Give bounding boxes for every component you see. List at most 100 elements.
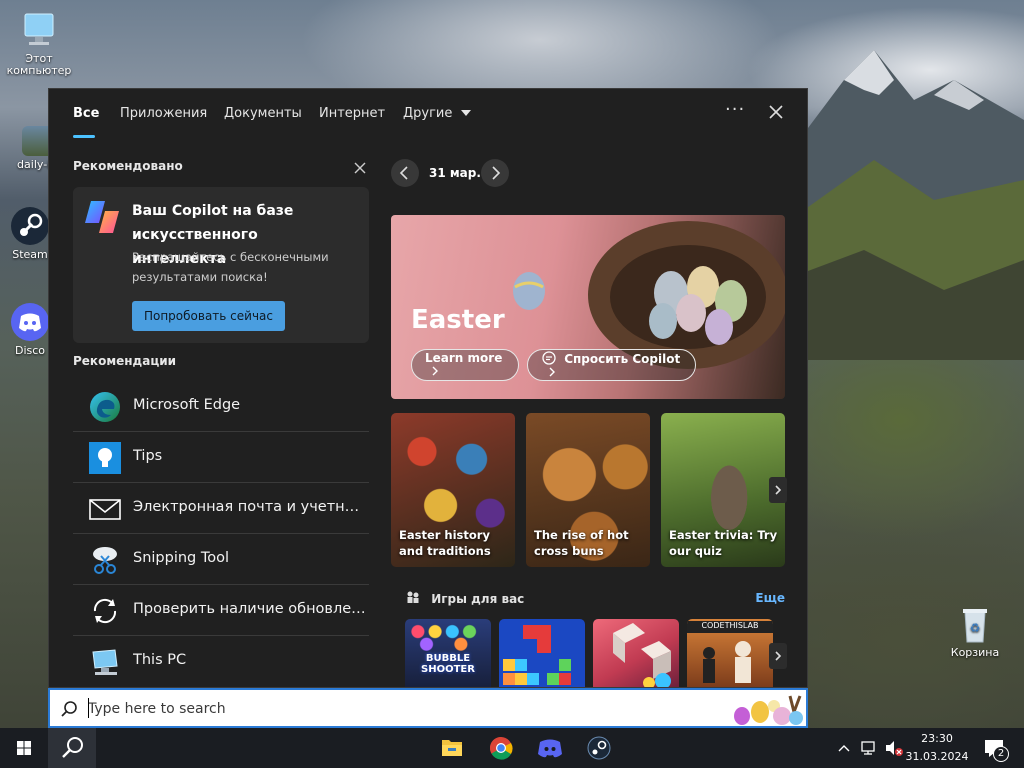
chrome-icon — [490, 737, 513, 760]
chess-piece-icon — [703, 641, 751, 683]
decorative-egg-icon — [513, 272, 545, 310]
app-name: Snipping Tool — [133, 550, 230, 566]
active-tab-indicator — [73, 135, 95, 138]
search-panel: Все Приложения Документы Интернет Другие… — [48, 88, 808, 688]
ask-copilot-label: Спросить Copilot — [564, 351, 681, 366]
games-more-link[interactable]: Еще — [755, 591, 785, 605]
this-pc-icon — [92, 649, 118, 675]
news-card-hot-cross-buns[interactable]: The rise of hot cross buns — [526, 413, 650, 567]
desktop-icon-label: Steam — [12, 248, 48, 261]
recommendations-title: Рекомендации — [73, 354, 177, 368]
network-icon[interactable] — [860, 739, 878, 757]
game-block-puzzle[interactable] — [499, 619, 585, 687]
steam-icon — [10, 206, 50, 246]
snipping-tool-icon — [93, 547, 117, 574]
ask-copilot-button[interactable]: Спросить Copilot — [527, 349, 696, 381]
desktop-icon-label: Корзина — [950, 646, 1000, 659]
app-list: Microsoft Edge Tips Электронная почта и … — [73, 381, 369, 687]
desktop-icon-this-pc[interactable]: Этот компьютер — [2, 10, 76, 77]
learn-more-label: Learn more — [425, 351, 503, 365]
left-column: Рекомендовано Ваш Copilot на базе искусс… — [73, 159, 369, 675]
list-item-snipping-tool[interactable]: Snipping Tool — [73, 534, 369, 585]
easter-eggs-icon — [734, 695, 803, 725]
close-icon[interactable] — [767, 103, 785, 121]
copilot-description: Распращайтесь с бесконечными результатам… — [132, 250, 329, 284]
discord-icon — [10, 302, 50, 342]
search-tabs: Все Приложения Документы Интернет Другие… — [49, 89, 807, 139]
chevron-up-icon[interactable] — [836, 740, 852, 756]
search-bar — [48, 688, 808, 728]
news-card-easter-history[interactable]: Easter history and traditions — [391, 413, 515, 567]
next-day-button[interactable] — [481, 159, 509, 187]
game-bubble-shooter[interactable]: BUBBLE SHOOTER — [405, 619, 491, 687]
clock-time[interactable]: 23:30 — [902, 732, 972, 745]
news-caption: Easter history and traditions — [399, 528, 491, 558]
search-icon — [62, 737, 83, 758]
recycle-bin-icon: ♻ — [955, 604, 995, 644]
try-now-button[interactable]: Попробовать сейчас — [132, 301, 285, 331]
tab-more[interactable]: Другие — [403, 106, 471, 121]
windows-logo-icon — [17, 741, 31, 755]
update-icon — [93, 598, 117, 624]
app-name: This PC — [133, 652, 187, 668]
news-caption: The rise of hot cross buns — [534, 528, 629, 558]
discord-icon — [538, 739, 562, 758]
app-name: Microsoft Edge — [133, 397, 241, 413]
more-options-button[interactable]: ··· — [725, 99, 745, 120]
games-header: Игры для вас Еще — [405, 591, 785, 609]
taskbar-steam[interactable] — [575, 728, 623, 768]
game-color-puzzle[interactable] — [593, 619, 679, 687]
dismiss-recommended-icon[interactable] — [353, 161, 367, 175]
list-item-microsoft-edge[interactable]: Microsoft Edge — [73, 381, 369, 432]
tab-apps[interactable]: Приложения — [120, 106, 207, 121]
svg-text:♻: ♻ — [970, 621, 981, 635]
list-item-tips[interactable]: Tips — [73, 432, 369, 483]
steam-icon — [587, 736, 611, 760]
desktop-icon-recycle-bin[interactable]: ♻ Корзина — [938, 604, 1012, 659]
previous-day-button[interactable] — [391, 159, 419, 187]
game-chess[interactable]: CODETHISLAB — [687, 619, 773, 687]
volume-muted-icon[interactable] — [884, 739, 904, 757]
game-title: BUBBLE SHOOTER — [421, 653, 475, 675]
tips-icon — [89, 442, 121, 474]
taskbar: 23:30 31.03.2024 2 — [0, 728, 1024, 768]
easter-hero-card[interactable]: Easter Learn more Спросить Copilot — [391, 215, 785, 399]
copilot-promo-card: Ваш Copilot на базе искусственного интел… — [73, 187, 369, 343]
search-icon — [61, 701, 77, 717]
taskbar-file-explorer[interactable] — [428, 728, 476, 768]
start-button[interactable] — [0, 728, 48, 768]
chevron-right-icon — [549, 367, 555, 376]
taskbar-chrome[interactable] — [477, 728, 525, 768]
edge-icon — [90, 392, 120, 422]
list-item-this-pc[interactable]: This PC — [73, 636, 369, 687]
clock-date[interactable]: 31.03.2024 — [902, 750, 972, 763]
news-carousel: Easter history and traditions The rise o… — [391, 413, 787, 567]
notification-center-button[interactable]: 2 — [980, 728, 1010, 768]
chevron-right-icon — [432, 366, 438, 376]
tab-documents[interactable]: Документы — [224, 106, 302, 121]
chevron-right-icon — [775, 485, 782, 495]
mountain-illustration — [784, 50, 1024, 360]
text-caret — [88, 698, 89, 718]
app-name: Tips — [133, 448, 163, 464]
chevron-left-icon — [399, 166, 408, 180]
notification-count-badge: 2 — [993, 746, 1009, 762]
monitor-icon — [19, 10, 59, 50]
chevron-right-icon — [492, 166, 501, 180]
news-next-button[interactable] — [769, 477, 787, 503]
tab-all[interactable]: Все — [73, 106, 99, 121]
taskbar-search-button[interactable] — [48, 728, 96, 768]
games-next-button[interactable] — [769, 643, 787, 669]
desktop-icon-label: Disco — [14, 344, 46, 357]
taskbar-discord[interactable] — [526, 728, 574, 768]
list-item-check-updates[interactable]: Проверить наличие обновлений — [73, 585, 369, 636]
chevron-right-icon — [775, 651, 782, 661]
search-input[interactable] — [88, 696, 648, 722]
tab-web[interactable]: Интернет — [319, 106, 385, 121]
caret-down-icon — [460, 110, 471, 116]
app-name: Проверить наличие обновлений — [133, 601, 369, 617]
learn-more-button[interactable]: Learn more — [411, 349, 519, 381]
list-item-mail-accounts[interactable]: Электронная почта и учетные записи — [73, 483, 369, 534]
puzzle-blocks-graphic — [613, 623, 671, 687]
news-card-easter-trivia[interactable]: Easter trivia: Try our quiz — [661, 413, 785, 567]
